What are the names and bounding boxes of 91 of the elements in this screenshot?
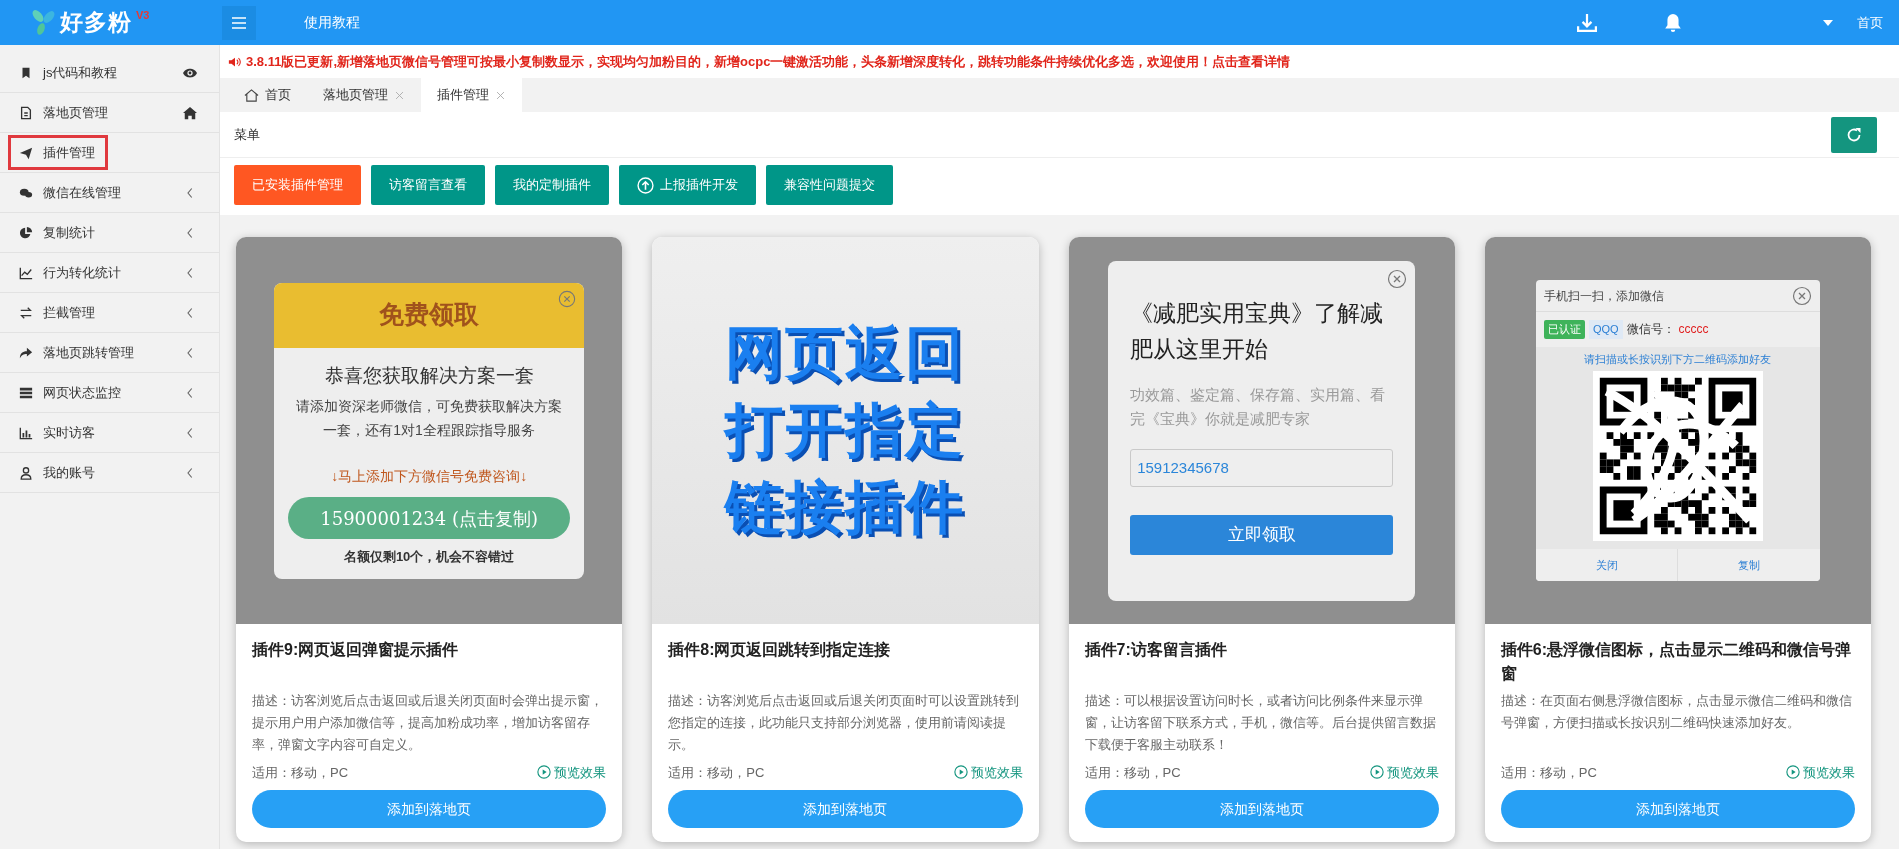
banner-text: 网页返回 xyxy=(725,320,966,388)
play-circle-icon xyxy=(1786,765,1800,780)
popup-body-text: 请添加资深老师微信，可免费获取解决方案一套，还有1对1全程跟踪指导服务 xyxy=(295,397,564,440)
add-button[interactable]: 添加到落地页 xyxy=(668,790,1023,828)
user-icon xyxy=(19,465,33,480)
plugin-description: 描述：访客浏览后点击返回或后退关闭页面时会弹出提示窗，提示用户用户添加微信等，提高加粉成功率，增加访客留存率，弹窗文字内容可自定义。 xyxy=(252,692,604,754)
leaf-logo-icon xyxy=(30,8,56,37)
plugin-description: 描述：可以根据设置访问时长，或者访问比例条件来显示弹窗，让访客留下联系方式，手机，微信等。后台提供留言数据下载便于客服主动联系！ xyxy=(1084,692,1437,754)
bar-chart-icon xyxy=(19,425,33,440)
plugin-title: 插件6:悬浮微信图标，点击显示二维码和微信号弹窗 xyxy=(1500,640,1852,684)
dialog-button[interactable]: 复制 xyxy=(1677,549,1820,581)
pie-chart-icon xyxy=(19,225,33,240)
preview-link[interactable]: 预览效果 xyxy=(1369,762,1439,782)
plugin-title: 插件7:访客留言插件 xyxy=(1084,640,1228,660)
preview-link[interactable]: 预览效果 xyxy=(537,762,607,782)
popup-body-text: 功效篇、鉴定篇、保存篇、实用篇、看完《宝典》你就是减肥专家 xyxy=(1130,384,1387,429)
popup-heading: 《减肥实用宝典》了解减肥从这里开始 xyxy=(1130,298,1385,364)
account-tag: QQQ xyxy=(1588,320,1623,339)
share-arrow-icon xyxy=(19,345,33,360)
wechat-label: 微信号： xyxy=(1626,321,1675,339)
banner-text: 链接插件 xyxy=(725,473,966,541)
tab[interactable]: 落地页管理 xyxy=(307,78,421,112)
copy-button[interactable]: 15900001234 (点击复制) xyxy=(288,497,571,539)
phone-field[interactable]: 15912345678 xyxy=(1130,448,1394,487)
sidebar-item[interactable]: 插件管理 xyxy=(8,134,108,171)
sidebar-item[interactable]: 复制统计 xyxy=(8,214,108,251)
preview-link[interactable]: 预览效果 xyxy=(1786,762,1855,782)
play-circle-icon xyxy=(1369,765,1384,780)
toolbar-button[interactable]: 兼容性问题提交 xyxy=(766,165,893,205)
tab[interactable]: 首页 xyxy=(228,78,307,112)
wechat-id: ccccc xyxy=(1678,321,1709,339)
bell-icon xyxy=(1663,12,1683,33)
tab[interactable]: 插件管理 xyxy=(421,78,522,112)
refresh-button[interactable] xyxy=(1831,116,1877,153)
verified-badge: 已认证 xyxy=(1543,320,1585,339)
add-button[interactable]: 添加到落地页 xyxy=(1500,790,1855,828)
panel-title: 菜单 xyxy=(234,125,260,144)
line-chart-icon xyxy=(19,265,33,280)
house-icon xyxy=(244,87,259,103)
platform-text: 适用：移动，PC xyxy=(1084,763,1181,782)
version-label: V3 xyxy=(136,8,150,24)
popup-hint: ↓马上添加下方微信号免费咨询↓ xyxy=(330,467,529,486)
claim-button[interactable]: 立即领取 xyxy=(1130,514,1394,555)
download-icon xyxy=(1577,12,1597,33)
popup-heading: 恭喜您获取解决方案一套 xyxy=(323,363,535,388)
sidebar-item[interactable]: 落地页跳转管理 xyxy=(8,334,147,371)
caret-icon xyxy=(1823,19,1833,26)
preview-link[interactable]: 预览效果 xyxy=(953,762,1023,782)
sidebar-item[interactable]: 我的账号 xyxy=(8,454,108,491)
popup-header-text: 免费领取 xyxy=(379,299,480,331)
refresh-icon xyxy=(1846,126,1862,143)
play-circle-icon xyxy=(953,765,968,780)
toolbar-button[interactable]: 访客留言查看 xyxy=(371,165,485,205)
sidebar-item[interactable]: 拦截管理 xyxy=(8,294,108,331)
sidebar-item[interactable]: 落地页管理 xyxy=(8,94,121,131)
close-icon xyxy=(1791,285,1812,306)
platform-text: 适用：移动，PC xyxy=(1500,763,1597,782)
sidebar-item[interactable]: 行为转化统计 xyxy=(8,254,134,291)
sidebar-item[interactable]: js代码和教程 xyxy=(8,54,131,91)
popup-footnote: 名额仅剩10个，机会不容错过 xyxy=(342,548,516,566)
logo-text: 好多粉 xyxy=(60,8,132,38)
tutorial-link[interactable]: 使用教程 xyxy=(304,12,360,33)
swap-arrows-icon xyxy=(19,305,33,320)
add-button[interactable]: 添加到落地页 xyxy=(1084,790,1439,828)
sidebar-item[interactable]: 实时访客 xyxy=(8,414,108,451)
scan-hint: 请扫描或长按识别下方二维码添加好友 xyxy=(1535,346,1820,371)
plugin-description: 描述：在页面右侧悬浮微信图标，点击显示微信二维码和微信号弹窗，方便扫描或长按识别二维码快速添加好友。 xyxy=(1500,692,1853,732)
platform-text: 适用：移动，PC xyxy=(668,763,765,782)
paper-plane-icon xyxy=(19,145,33,160)
home-link[interactable]: 首页 xyxy=(1857,12,1883,33)
home-icon xyxy=(183,105,197,120)
platform-text: 适用：移动，PC xyxy=(252,763,349,782)
server-icon xyxy=(19,385,33,400)
plugin-title: 插件8:网页返回跳转到指定连接 xyxy=(668,640,892,660)
close-icon xyxy=(558,288,577,309)
upload-circle-icon xyxy=(637,176,654,194)
add-button[interactable]: 添加到落地页 xyxy=(252,790,607,828)
menu-icon xyxy=(231,14,247,31)
close-icon xyxy=(1387,268,1408,289)
plugin-title: 插件9:网页返回弹窗提示插件 xyxy=(252,640,460,660)
document-icon xyxy=(19,105,33,120)
toolbar-button[interactable]: 我的定制插件 xyxy=(495,165,609,205)
banner-text: 打开指定 xyxy=(725,397,966,464)
sidebar-item[interactable]: 网页状态监控 xyxy=(8,374,134,411)
menu-button[interactable] xyxy=(222,5,256,40)
toolbar-button[interactable]: 上报插件开发 xyxy=(619,165,756,205)
toolbar-button[interactable]: 已安装插件管理 xyxy=(234,165,361,205)
play-circle-icon xyxy=(537,765,552,780)
sidebar-item[interactable]: 微信在线管理 xyxy=(8,174,134,211)
popup-title: 手机扫一扫，添加微信 xyxy=(1543,287,1664,305)
plugin-description: 描述：访客浏览后点击返回或后退关闭页面时可以设置跳转到您指定的连接，此功能只支持部分浏览器，使用前请阅读提示。 xyxy=(668,692,1021,754)
